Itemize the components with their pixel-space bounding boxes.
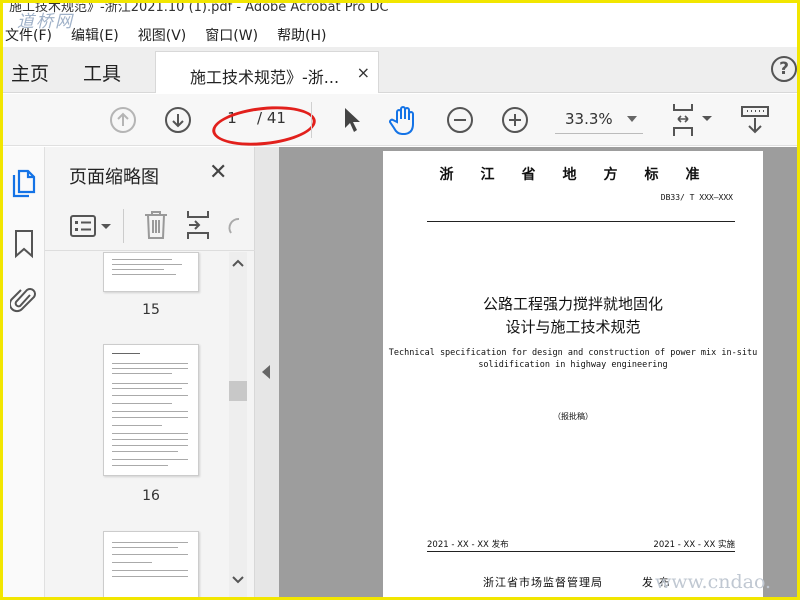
- tab-home[interactable]: 主页: [11, 59, 49, 86]
- thumbnail-scrollbar[interactable]: [229, 252, 247, 597]
- thumbnail-page[interactable]: [103, 252, 199, 292]
- divider-line: [427, 551, 735, 552]
- document-title-line-2: 设计与施工技术规范: [505, 318, 641, 336]
- tab-tools[interactable]: 工具: [83, 59, 121, 86]
- options-menu-icon[interactable]: [69, 213, 117, 239]
- toolbar-divider: [123, 209, 124, 243]
- cursor-arrow-icon[interactable]: [341, 106, 363, 134]
- toolbar: 1 / 41 33.3%: [3, 94, 797, 151]
- chevron-up-icon[interactable]: [231, 258, 245, 268]
- menu-view[interactable]: 视图(V): [138, 23, 187, 47]
- menu-edit[interactable]: 编辑(E): [71, 23, 119, 47]
- help-icon[interactable]: ?: [771, 56, 797, 82]
- thumbnail-page[interactable]: [103, 531, 199, 597]
- scrollbar-thumb[interactable]: [229, 381, 247, 401]
- panel-toolbar: [45, 199, 255, 251]
- menu-window[interactable]: 窗口(W): [205, 23, 258, 47]
- panel-collapse-strip[interactable]: [255, 147, 279, 597]
- hand-tool-icon[interactable]: [389, 104, 419, 136]
- document-view: 浙江省地方标准 DB33/ T XXX—XXX 公路工程强力搅拌就地固化 设计与…: [279, 147, 797, 597]
- rotate-icon[interactable]: [225, 211, 241, 239]
- watermark-bottom: www.cndao.: [655, 571, 772, 593]
- attachment-icon[interactable]: [10, 285, 38, 315]
- arrow-up-circle-icon[interactable]: [109, 106, 137, 134]
- chevron-down-icon[interactable]: [231, 575, 245, 585]
- fit-page-icon[interactable]: [669, 102, 715, 138]
- english-title-line-2: solidification in highway engineering: [478, 360, 668, 370]
- menu-help[interactable]: 帮助(H): [277, 23, 326, 47]
- standard-type: 浙江省地方标准: [439, 167, 727, 183]
- implementation-date: 2021 - XX - XX 实施: [653, 540, 735, 550]
- zoom-value: 33.3%: [565, 110, 613, 128]
- screen-frame: 施工技术规范》-浙江2021.10 (1).pdf - Adobe Acroba…: [0, 0, 800, 600]
- thumbnail-list: 15 16: [45, 252, 230, 597]
- zoom-in-icon[interactable]: [501, 106, 529, 134]
- left-rail: [3, 147, 45, 597]
- divider-line: [427, 221, 735, 222]
- close-panel-icon[interactable]: ✕: [209, 160, 227, 185]
- issue-date: 2021 - XX - XX 发布: [427, 540, 509, 550]
- window-title: 施工技术规范》-浙江2021.10 (1).pdf - Adobe Acroba…: [9, 0, 389, 15]
- document-tab-label: 施工技术规范》-浙...: [190, 68, 340, 87]
- document-page: 浙江省地方标准 DB33/ T XXX—XXX 公路工程强力搅拌就地固化 设计与…: [383, 151, 763, 597]
- issuer: 浙江省市场监督管理局: [483, 576, 603, 589]
- page-thumbnails-icon[interactable]: [11, 169, 37, 199]
- draft-label: （报批稿）: [553, 412, 593, 421]
- menu-file[interactable]: 文件(F): [5, 23, 52, 47]
- delete-icon[interactable]: [143, 209, 169, 241]
- zoom-dropdown[interactable]: 33.3%: [555, 106, 643, 134]
- english-title-line-1: Technical specification for design and c…: [388, 348, 758, 358]
- tab-bar: 主页 工具 施工技术规范》-浙... × ?: [3, 47, 797, 93]
- bookmark-icon[interactable]: [13, 229, 35, 259]
- thumbnail-page[interactable]: [103, 344, 199, 476]
- arrow-down-circle-icon[interactable]: [164, 106, 192, 134]
- close-tab-icon[interactable]: ×: [357, 63, 370, 82]
- insert-pages-icon[interactable]: [185, 209, 211, 241]
- toolbar-divider: [311, 102, 312, 138]
- panel-title: 页面缩略图: [69, 167, 159, 188]
- keyboard-scroll-icon[interactable]: [739, 104, 771, 136]
- standard-code: DB33/ T XXX—XXX: [660, 193, 733, 202]
- chevron-down-icon: [627, 116, 637, 122]
- tab-document[interactable]: 施工技术规范》-浙... ×: [155, 51, 379, 93]
- collapse-arrow-icon[interactable]: [262, 365, 270, 379]
- zoom-out-icon[interactable]: [446, 106, 474, 134]
- thumbnail-label: 16: [142, 488, 160, 504]
- menu-bar: 文件(F) 编辑(E) 视图(V) 窗口(W) 帮助(H): [3, 23, 797, 47]
- thumbnails-panel: 页面缩略图 ✕ 15 16: [45, 147, 255, 597]
- thumbnail-label: 15: [142, 302, 160, 318]
- document-title-line-1: 公路工程强力搅拌就地固化: [482, 295, 663, 313]
